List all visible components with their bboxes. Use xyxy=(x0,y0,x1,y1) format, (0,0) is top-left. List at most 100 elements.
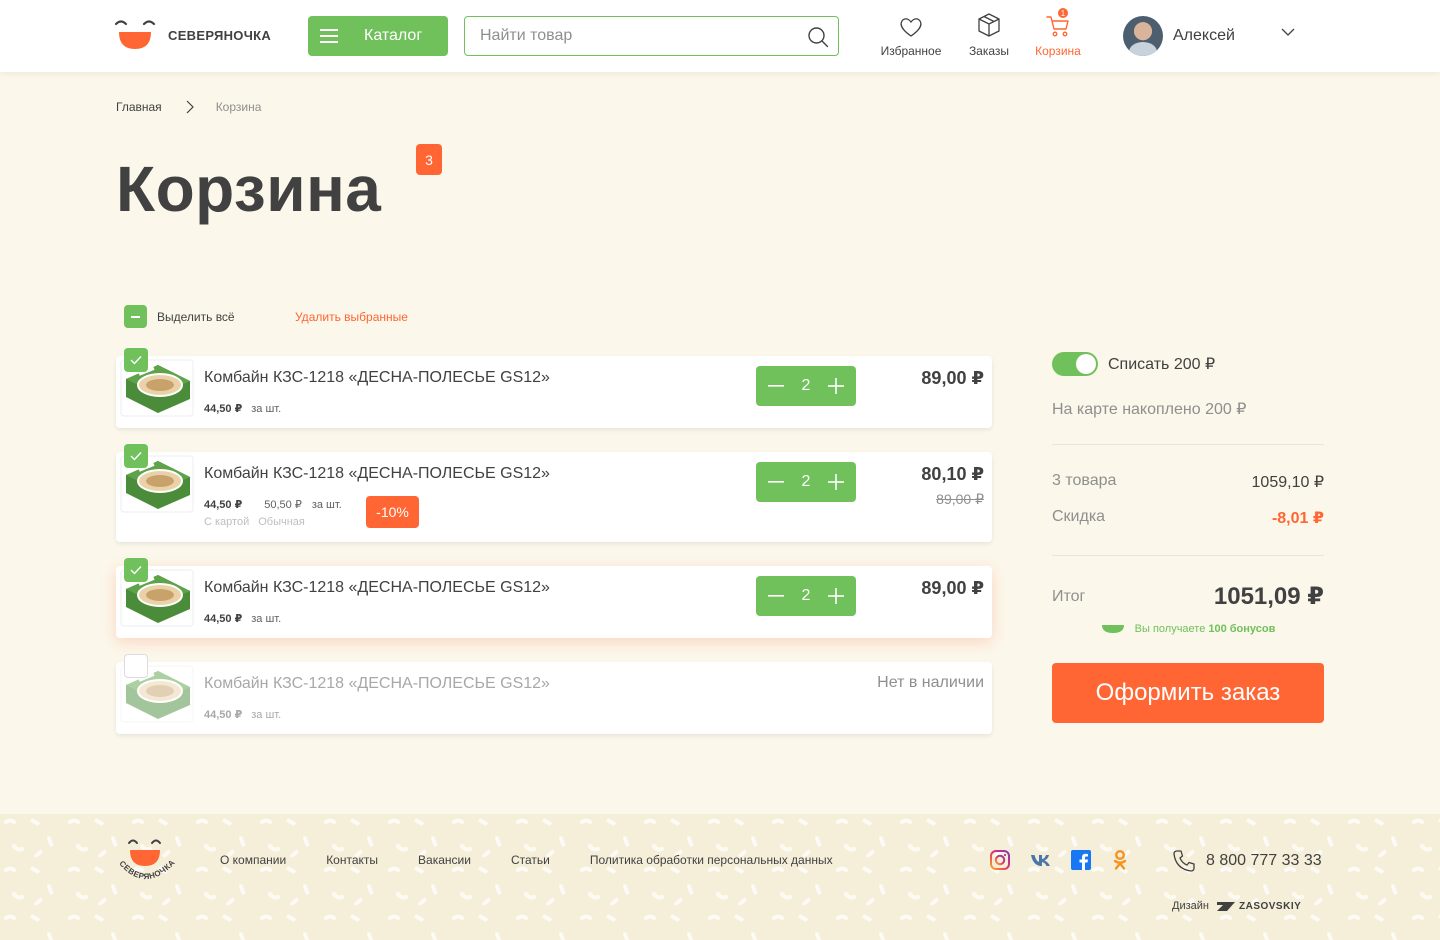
footer-link-about[interactable]: О компании xyxy=(220,853,286,867)
catalog-label: Каталог xyxy=(364,27,423,44)
facebook-icon[interactable] xyxy=(1070,849,1092,871)
goods-line: 3 товара 1059,10 ₽ xyxy=(1052,472,1324,492)
decrease-button[interactable] xyxy=(756,462,796,502)
select-row: Выделить всё Удалить выбранные xyxy=(124,305,408,328)
cart-count-badge: 1 xyxy=(1058,8,1068,18)
avatar xyxy=(1123,16,1163,56)
increase-button[interactable] xyxy=(816,462,856,502)
box-icon xyxy=(978,13,1000,37)
check-icon xyxy=(130,356,142,365)
footer-link-vacancies[interactable]: Вакансии xyxy=(418,853,471,867)
quantity-value: 2 xyxy=(801,587,811,604)
quantity-value: 2 xyxy=(801,377,811,394)
cart-item: Комбайн КЗС-1218 «ДЕСНА-ПОЛЕСЬЕ GS12» 44… xyxy=(116,558,992,638)
item-checkbox[interactable] xyxy=(124,558,148,582)
item-price: 44,50 ₽ xyxy=(204,709,243,721)
nav-orders[interactable]: Заказы xyxy=(962,10,1016,58)
price-labels: С картой Обычная xyxy=(204,516,305,528)
search-icon[interactable] xyxy=(807,26,829,48)
item-unit: за шт. xyxy=(251,612,282,625)
minus-icon xyxy=(768,481,784,483)
item-old-total: 89,00 ₽ xyxy=(936,491,984,507)
select-all-label[interactable]: Выделить всё xyxy=(157,310,235,324)
item-checkbox[interactable] xyxy=(124,654,148,678)
logo-icon xyxy=(114,20,156,49)
order-summary: Списать 200 ₽ На карте накоплено 200 ₽ 3… xyxy=(1052,352,1324,723)
item-name[interactable]: Комбайн КЗС-1218 «ДЕСНА-ПОЛЕСЬЕ GS12» xyxy=(204,579,550,597)
item-name[interactable]: Комбайн КЗС-1218 «ДЕСНА-ПОЛЕСЬЕ GS12» xyxy=(204,675,550,693)
item-unit: за шт. xyxy=(251,402,282,415)
phone-number: 8 800 777 33 33 xyxy=(1206,852,1322,869)
design-credit[interactable]: Дизайн ZASOVSKIY xyxy=(1172,900,1301,912)
total-line: Итог 1051,09 ₽ xyxy=(1052,582,1324,611)
plus-icon xyxy=(828,474,844,490)
chevron-down-icon[interactable] xyxy=(1281,28,1295,36)
goods-label: 3 товара xyxy=(1052,472,1117,489)
footer-links: О компании Контакты Вакансии Статьи Поли… xyxy=(220,853,873,867)
nav-cart[interactable]: 1 Корзина xyxy=(1030,8,1086,58)
decrease-button[interactable] xyxy=(756,576,796,616)
footer-link-articles[interactable]: Статьи xyxy=(511,853,550,867)
footer-logo[interactable]: СЕВЕРЯНОЧКА xyxy=(112,834,184,906)
logo[interactable]: СЕВЕРЯНОЧКА xyxy=(114,18,271,52)
checkout-button[interactable]: Оформить заказ xyxy=(1052,663,1324,723)
decrease-button[interactable] xyxy=(756,366,796,406)
breadcrumb-home[interactable]: Главная xyxy=(116,100,162,114)
nav-favorites[interactable]: Избранное xyxy=(876,10,946,58)
quantity-stepper: 2 xyxy=(756,576,856,616)
cart-item: Комбайн КЗС-1218 «ДЕСНА-ПОЛЕСЬЕ GS12» 44… xyxy=(116,444,992,542)
quantity-stepper: 2 xyxy=(756,462,856,502)
footer-link-contacts[interactable]: Контакты xyxy=(326,853,378,867)
delete-selected-link[interactable]: Удалить выбранные xyxy=(295,310,408,324)
item-price: 44,50 ₽ xyxy=(204,403,243,415)
item-unit: за шт. xyxy=(251,708,282,721)
total-value: 1051,09 ₽ xyxy=(1213,583,1324,610)
discount-label: Скидка xyxy=(1052,508,1106,525)
logo-text: СЕВЕРЯНОЧКА xyxy=(168,27,272,43)
bonus-text: Вы получаете xyxy=(1134,623,1206,635)
footer-link-privacy[interactable]: Политика обработки персональных данных xyxy=(590,853,833,867)
item-price-card: 44,50 ₽ xyxy=(204,499,243,511)
bonus-toggle[interactable] xyxy=(1052,352,1098,376)
item-checkbox[interactable] xyxy=(124,444,148,468)
item-checkbox[interactable] xyxy=(124,348,148,372)
plus-icon xyxy=(828,588,844,604)
item-price-row: 44,50 ₽ за шт. xyxy=(204,612,282,626)
select-all-checkbox[interactable] xyxy=(124,305,147,328)
nav-favorites-label: Избранное xyxy=(880,44,942,58)
total-label: Итог xyxy=(1052,587,1086,605)
chevron-right-icon xyxy=(186,100,194,114)
design-brand: ZASOVSKIY xyxy=(1238,900,1302,912)
quantity-stepper: 2 xyxy=(756,366,856,406)
divider xyxy=(1052,555,1324,556)
user-menu[interactable]: Алексей xyxy=(1123,16,1295,56)
item-name[interactable]: Комбайн КЗС-1218 «ДЕСНА-ПОЛЕСЬЕ GS12» xyxy=(204,369,550,387)
discount-line: Скидка -8,01 ₽ xyxy=(1052,508,1324,528)
item-name[interactable]: Комбайн КЗС-1218 «ДЕСНА-ПОЛЕСЬЕ GS12» xyxy=(204,465,550,483)
menu-icon xyxy=(320,25,338,47)
nav-cart-label: Корзина xyxy=(1035,44,1081,58)
footer-pattern xyxy=(0,814,1440,940)
item-total: 89,00 ₽ xyxy=(921,578,984,598)
item-price-row: 44,50 ₽ за шт. xyxy=(204,708,282,722)
odnoklassniki-icon[interactable] xyxy=(1109,849,1131,871)
catalog-button[interactable]: Каталог xyxy=(308,16,448,56)
minus-icon xyxy=(768,595,784,597)
bonus-info: Вы получаете 100 бонусов xyxy=(1052,623,1324,635)
increase-button[interactable] xyxy=(816,366,856,406)
item-total: 80,10 ₽ xyxy=(921,464,984,484)
design-label: Дизайн xyxy=(1172,900,1209,912)
item-unit: за шт. xyxy=(311,498,342,511)
increase-button[interactable] xyxy=(816,576,856,616)
search-input[interactable] xyxy=(465,17,785,55)
breadcrumb: Главная Корзина xyxy=(116,100,261,114)
footer: СЕВЕРЯНОЧКА О компании Контакты Вакансии… xyxy=(0,814,1440,940)
bonus-smile-icon xyxy=(1101,625,1124,633)
vk-icon[interactable] xyxy=(1030,849,1052,871)
instagram-icon[interactable] xyxy=(989,849,1011,871)
phone-contact[interactable]: 8 800 777 33 33 xyxy=(1172,849,1322,873)
divider xyxy=(1052,444,1324,445)
plus-icon xyxy=(828,378,844,394)
out-of-stock-label: Нет в наличии xyxy=(877,674,984,691)
nav-orders-label: Заказы xyxy=(968,44,1010,58)
